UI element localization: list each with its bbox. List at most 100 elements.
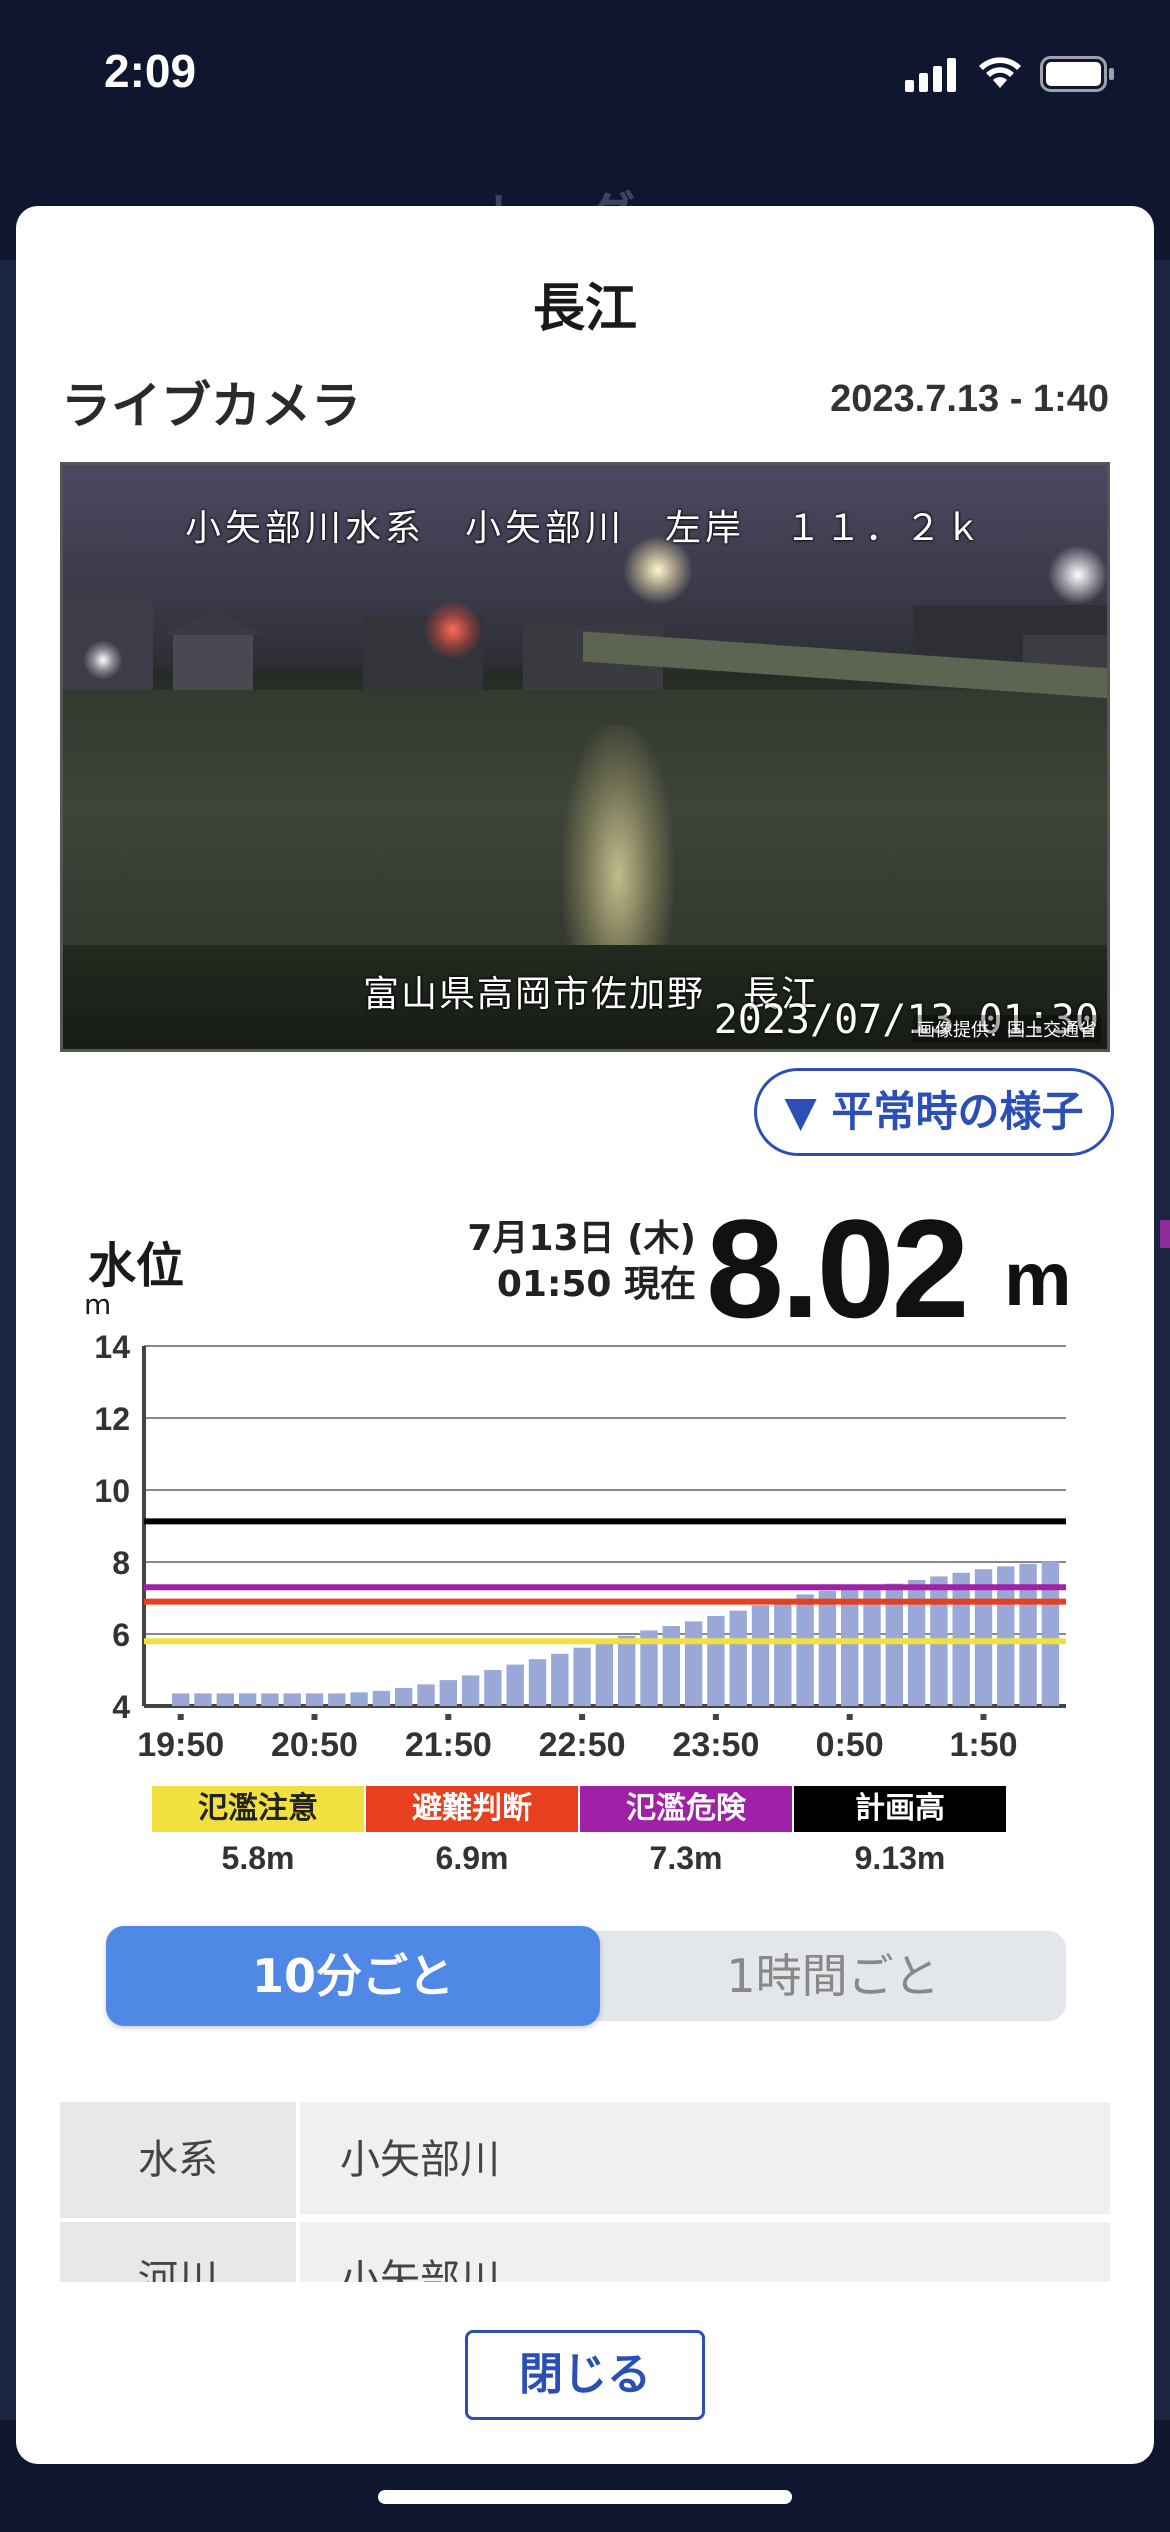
legend-item-flood-warning: 氾濫注意 5.8m [152,1786,364,1877]
status-time: 2:09 [104,45,197,97]
y-tick-label: 6 [112,1617,130,1653]
camera-caption-top: 小矢部川水系 小矢部川 左岸 １１．２ｋ [184,508,985,549]
legend-swatch: 氾濫注意 [152,1786,364,1832]
camera-light [1048,545,1107,605]
normal-view-button[interactable]: ▼ 平常時の様子 [754,1068,1114,1156]
chart-bar [216,1693,234,1706]
status-bar: 2:09 [0,0,1170,150]
station-detail-sheet: 長江 ライブカメラ 2023.7.13 - 1:40 小矢部川水系 小矢部川 左… [16,206,1154,2464]
y-tick-label: 12 [94,1401,130,1437]
table-row-value: 小矢部川 [340,2257,500,2282]
chart-bar [528,1659,547,1706]
x-tick-label: 1:50 [949,1726,1017,1764]
chart-bar [417,1684,435,1706]
water-level-date-line2: 01:50 現在 [496,1264,696,1305]
interval-segmented-control: 10分ごと 1時間ごと [106,1926,1066,2026]
chart-bar [684,1621,703,1706]
table-row-head: 河川 [60,2222,300,2282]
legend-swatch: 避難判断 [366,1786,578,1832]
chart-bar [305,1693,324,1706]
chart-bar [506,1664,524,1706]
legend-value: 5.8m [221,1840,295,1876]
legend-value: 6.9m [435,1840,509,1876]
chart-bar [751,1605,770,1706]
x-tick-mark [177,1714,184,1720]
legend-value: 9.13m [854,1840,946,1876]
chart-bar [551,1653,569,1706]
camera-credit: 画像提供：国土交通省 [913,1015,1101,1043]
home-indicator[interactable] [378,2490,792,2504]
camera-date: 2023.7.13 - 1:40 [830,378,1109,420]
camera-light [423,600,483,660]
chart-bar [484,1670,502,1706]
backdrop-marker [1160,1220,1170,1248]
camera-light [83,640,123,680]
x-tick-label: 22:50 [539,1726,626,1764]
chart-bar [774,1599,792,1706]
x-tick-label: 21:50 [405,1726,492,1764]
chart-bar [238,1693,257,1706]
chart-bar [707,1616,725,1706]
chart-bar [172,1693,190,1706]
water-level-date-line1: 7月13日 (木) [467,1218,696,1259]
live-camera-title: ライブカメラ [61,377,361,435]
chart-bar [439,1680,457,1706]
x-tick-label: 19:50 [137,1726,224,1764]
backdrop-edge [1154,260,1170,2420]
tab-10min[interactable]: 10分ごと [106,1926,600,2026]
table-row: 水系 小矢部川 [60,2102,1110,2218]
station-info-table: 水系 小矢部川 河川 小矢部川 [60,2102,1110,2282]
x-tick-mark [712,1714,719,1720]
y-tick-label: 10 [94,1473,130,1509]
x-tick-label: 20:50 [271,1726,358,1764]
chart-bar [818,1590,837,1706]
legend-swatch: 氾濫危険 [580,1786,792,1832]
y-tick-label: 14 [94,1329,130,1365]
y-tick-label: 4 [112,1689,130,1725]
chart-bar [328,1693,346,1706]
chart-bar [841,1587,859,1706]
live-camera-image[interactable]: 小矢部川水系 小矢部川 左岸 １１．２ｋ 富山県高岡市佐加野 長江 2023/0… [60,462,1110,1052]
chart-bar [573,1647,591,1706]
battery-icon [1040,56,1114,92]
chart-bar [461,1675,480,1706]
y-tick-label: 8 [112,1545,130,1581]
x-tick-label: 23:50 [672,1726,759,1764]
station-title: 長江 [532,279,637,339]
water-level-chart: 4 6 8 10 12 14 19:50 20:50 21:50 22:50 23:50 0:50 1:… [94,1329,1066,1764]
x-tick-mark [579,1714,586,1720]
backdrop-edge [0,260,16,2420]
chart-bar [595,1641,614,1706]
chart-bar [618,1635,636,1706]
cellular-signal-icon [905,58,956,92]
tab-1hour[interactable]: 1時間ごと [600,1931,1066,2021]
chart-bar [796,1594,814,1706]
water-level-unit: m [1004,1237,1072,1322]
table-row-head: 水系 [60,2102,300,2218]
chart-bar [372,1690,391,1706]
chart-bar [395,1688,413,1706]
x-tick-mark [846,1714,853,1720]
water-level-title: 水位 [88,1238,185,1294]
wifi-icon [979,57,1021,88]
chart-bar [194,1693,212,1706]
table-row: 河川 小矢部川 [60,2222,1110,2282]
x-tick-mark [311,1714,318,1720]
legend-item-flood-danger: 氾濫危険 7.3m [580,1786,792,1877]
x-tick-mark [980,1714,987,1720]
x-tick-label: 0:50 [816,1726,884,1764]
water-level-date: 7月13日 (木) 01:50 現在 [456,1216,696,1308]
close-button[interactable]: 閉じる [465,2330,705,2420]
chart-bar [261,1693,279,1706]
legend-swatch: 計画高 [794,1786,1006,1832]
chart-bar [729,1610,747,1706]
legend-item-plan-height: 計画高 9.13m [794,1786,1006,1877]
chart-bar [283,1693,301,1706]
water-level-axis-unit: m [84,1288,112,1321]
table-row-value: 小矢部川 [340,2137,500,2183]
x-tick-mark [445,1714,452,1720]
chart-bar [662,1626,680,1706]
legend-value: 7.3m [649,1840,723,1876]
chart-bar [1041,1561,1060,1706]
chart-bar [350,1692,368,1706]
